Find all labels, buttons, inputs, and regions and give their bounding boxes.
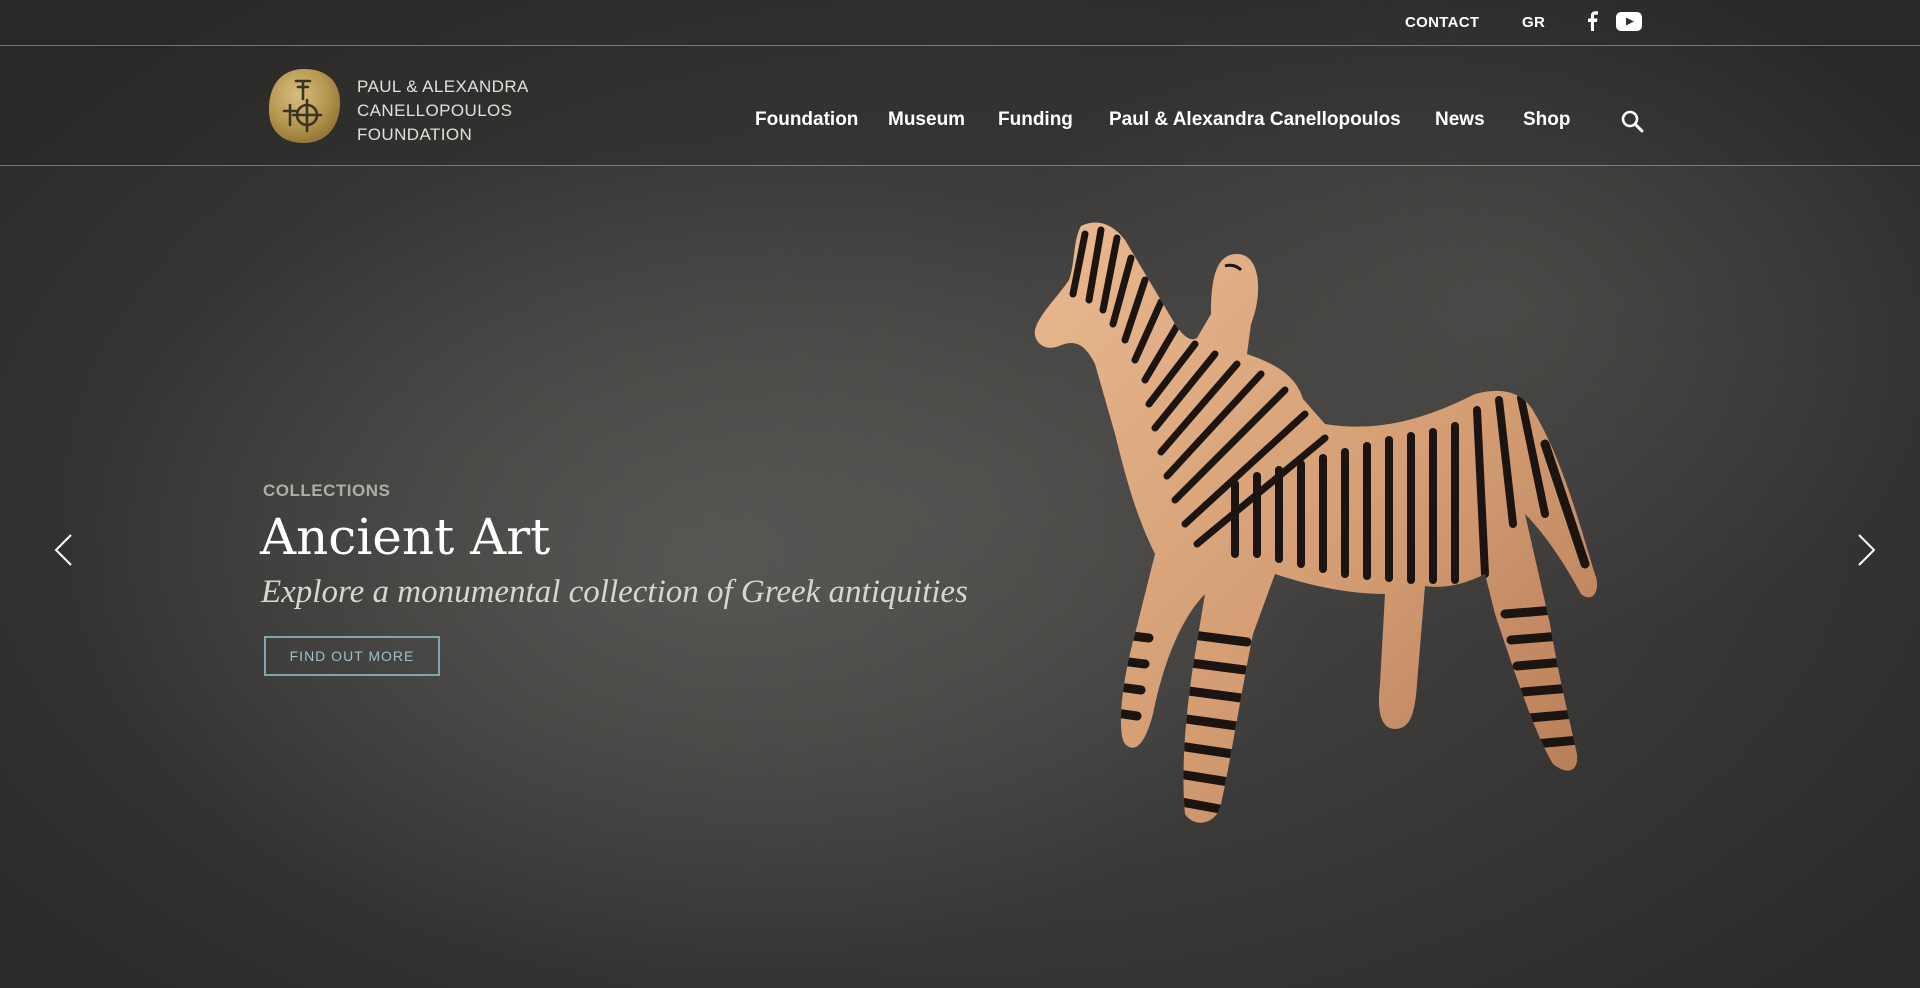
nav-item-museum[interactable]: Museum [888, 109, 965, 131]
foundation-name-line-3: FOUNDATION [357, 125, 473, 144]
foundation-logo[interactable] [266, 67, 342, 145]
horse-figurine-image [1034, 222, 1598, 823]
language-switch-link[interactable]: GR [1522, 14, 1545, 31]
hero-title: Ancient Art [260, 508, 551, 566]
foundation-name: PAUL & ALEXANDRA CANELLOPOULOS FOUNDATIO… [357, 75, 577, 147]
nav-item-foundation[interactable]: Foundation [755, 109, 858, 131]
chevron-right-icon[interactable] [1855, 533, 1877, 567]
foundation-name-line-1: PAUL & ALEXANDRA [357, 77, 529, 96]
facebook-icon[interactable] [1586, 11, 1598, 31]
search-icon[interactable] [1620, 109, 1644, 133]
chevron-left-icon[interactable] [53, 533, 75, 567]
nav-item-funding[interactable]: Funding [998, 109, 1073, 131]
nav-item-canellopoulos[interactable]: Paul & Alexandra Canellopoulos [1109, 109, 1401, 131]
nav-item-shop[interactable]: Shop [1523, 109, 1571, 131]
nav-item-news[interactable]: News [1435, 109, 1485, 131]
main-header: PAUL & ALEXANDRA CANELLOPOULOS FOUNDATIO… [0, 46, 1920, 166]
hero-kicker: COLLECTIONS [263, 481, 391, 500]
top-utility-bar: CONTACT GR [0, 0, 1920, 46]
hero-subtitle: Explore a monumental collection of Greek… [261, 574, 968, 610]
foundation-name-line-2: CANELLOPOULOS [357, 101, 513, 120]
find-out-more-button[interactable]: FIND OUT MORE [264, 636, 440, 676]
contact-link[interactable]: CONTACT [1405, 14, 1479, 31]
youtube-icon[interactable] [1616, 12, 1642, 31]
